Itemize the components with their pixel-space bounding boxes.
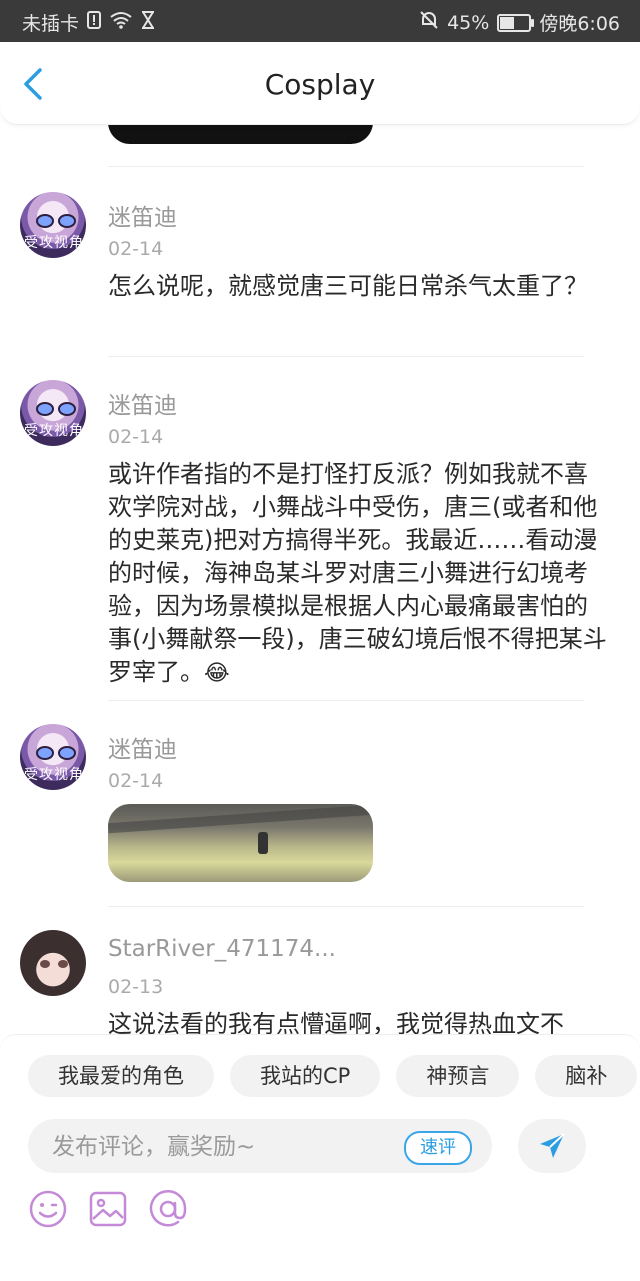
avatar[interactable] xyxy=(20,930,86,996)
comment-username[interactable]: 迷笛迪 xyxy=(108,730,177,764)
wifi-icon xyxy=(109,11,133,34)
comment-date: 02-14 xyxy=(108,426,164,448)
send-button[interactable] xyxy=(518,1119,586,1173)
comment-username[interactable]: 迷笛迪 xyxy=(108,386,177,420)
clock: 傍晚6:06 xyxy=(539,13,620,35)
send-icon xyxy=(540,1133,565,1158)
laughing-emoji-icon: 😂 xyxy=(204,661,230,686)
image-icon[interactable] xyxy=(88,1189,128,1229)
avatar[interactable]: 受攻视角 xyxy=(20,380,86,446)
tag-favorite-character[interactable]: 我最爱的角色 xyxy=(28,1055,214,1097)
navigation-bar: Cosplay xyxy=(0,44,640,125)
comment-date: 02-13 xyxy=(108,976,164,998)
comment-text: 这说法看的我有点懵逼啊，我觉得热血文不 xyxy=(108,1010,564,1034)
previous-image-fragment[interactable] xyxy=(108,124,373,144)
tag-prophecy[interactable]: 神预言 xyxy=(396,1055,520,1097)
battery-percent: 45% xyxy=(447,11,490,34)
comment-text-body: 或许作者指的不是打怪打反派？例如我就不喜欢学院对战，小舞战斗中受伤，唐三(或者和… xyxy=(108,460,607,686)
avatar-caption: 受攻视角 xyxy=(24,767,84,783)
comment-input[interactable] xyxy=(50,1119,394,1175)
mute-bell-icon xyxy=(419,10,439,35)
tag-imagination[interactable]: 脑补 xyxy=(535,1055,638,1097)
comment-composer: 我最爱的角色 我站的CP 神预言 脑补 速评 xyxy=(0,1034,640,1281)
comment-text: 怎么说呢，就感觉唐三可能日常杀气太重了？ xyxy=(108,272,588,300)
sim-alert-icon xyxy=(87,11,102,34)
page-title: Cosplay xyxy=(264,68,376,101)
hourglass-icon xyxy=(141,11,155,34)
avatar[interactable]: 受攻视角 xyxy=(20,192,86,258)
comment-username[interactable]: 迷笛迪 xyxy=(108,198,177,232)
divider xyxy=(108,700,584,701)
divider xyxy=(108,906,584,907)
comment-username[interactable]: StarRiver_471174... xyxy=(108,936,336,962)
tag-my-cp[interactable]: 我站的CP xyxy=(230,1055,381,1097)
avatar-caption: 受攻视角 xyxy=(24,423,84,439)
divider xyxy=(108,356,584,357)
comment-image-thumbnail[interactable] xyxy=(108,804,373,882)
comment-text: 或许作者指的不是打怪打反派？例如我就不喜欢学院对战，小舞战斗中受伤，唐三(或者和… xyxy=(108,458,608,690)
comment-date: 02-14 xyxy=(108,238,164,260)
avatar[interactable]: 受攻视角 xyxy=(20,724,86,790)
composer-tools xyxy=(28,1189,188,1229)
battery-icon xyxy=(497,13,535,32)
comment-input-wrapper: 速评 xyxy=(28,1119,492,1175)
comment-date: 02-14 xyxy=(108,770,164,792)
quick-review-button[interactable]: 速评 xyxy=(404,1131,472,1165)
topic-tag-list[interactable]: 我最爱的角色 我站的CP 神预言 脑补 xyxy=(28,1055,638,1097)
emoji-icon[interactable] xyxy=(28,1189,68,1229)
comment-feed[interactable]: 受攻视角 迷笛迪 02-14 怎么说呢，就感觉唐三可能日常杀气太重了？ 受攻视角… xyxy=(0,124,640,1034)
mention-icon[interactable] xyxy=(148,1189,188,1229)
divider xyxy=(108,166,584,167)
status-bar: 未插卡 45% 傍晚6:06 xyxy=(0,0,640,42)
avatar-caption: 受攻视角 xyxy=(24,235,84,251)
carrier-label: 未插卡 xyxy=(22,13,80,35)
